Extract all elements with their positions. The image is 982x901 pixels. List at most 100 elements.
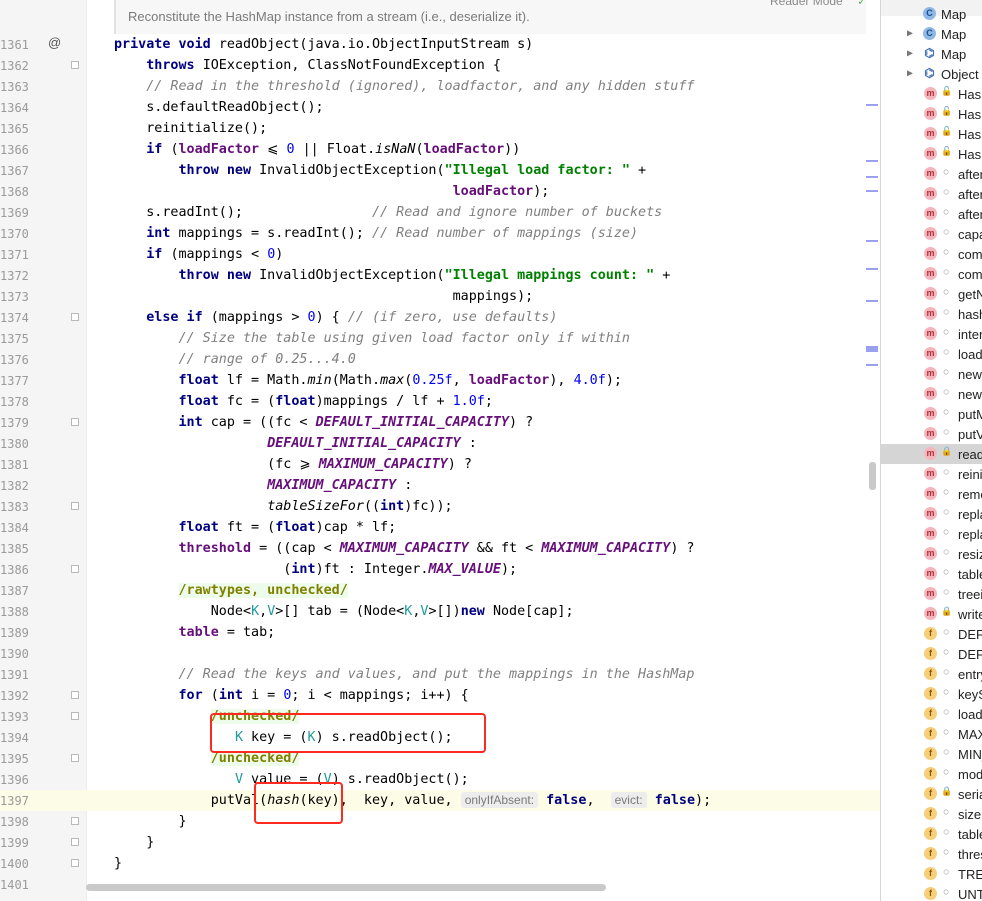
code-line[interactable]: 1367 throw new InvalidObjectException("I… <box>0 160 880 181</box>
code-line[interactable]: 1390 <box>0 643 880 664</box>
structure-item[interactable]: f ○ UNTREEIFY_THRESHOLD <box>881 884 982 901</box>
fold-toggle-icon[interactable] <box>71 838 79 846</box>
fold-toggle-icon[interactable] <box>71 502 79 510</box>
code-line[interactable]: 1376 // range of 0.25...4.0 <box>0 349 880 370</box>
expand-arrow-icon[interactable]: ▶ <box>907 68 913 79</box>
code-line[interactable]: 1372 throw new InvalidObjectException("I… <box>0 265 880 286</box>
structure-item[interactable]: m ○ hash <box>881 304 982 324</box>
structure-item[interactable]: f ○ DEFAULT_INITIAL_CAPACITY <box>881 624 982 644</box>
structure-item[interactable]: f ○ DEFAULT_LOAD_FACTOR <box>881 644 982 664</box>
structure-item[interactable]: m ○ resize <box>881 544 982 564</box>
structure-item[interactable]: m ○ loadFactor <box>881 344 982 364</box>
structure-item[interactable]: m ○ tableSizeFor <box>881 564 982 584</box>
structure-item[interactable]: f ○ size <box>881 804 982 824</box>
structure-item[interactable]: m 🔓 HashMap <box>881 104 982 124</box>
structure-item[interactable]: m ○ capacity <box>881 224 982 244</box>
code-line[interactable]: 1398 } <box>0 811 880 832</box>
structure-item[interactable]: f ○ TREEIFY_THRESHOLD <box>881 864 982 884</box>
structure-item[interactable]: f ○ MIN_TREEIFY_CAPACITY <box>881 744 982 764</box>
structure-item[interactable]: m 🔓 HashMap <box>881 144 982 164</box>
structure-item[interactable]: m ○ newTreeNode <box>881 384 982 404</box>
structure-item[interactable]: m ○ treeifyBin <box>881 584 982 604</box>
horizontal-scrollbar-thumb[interactable] <box>86 884 606 891</box>
code-line[interactable]: 1397 putVal(hash(key), key, value, onlyI… <box>0 790 880 811</box>
structure-item[interactable]: f 🔒 serialVersionUID <box>881 784 982 804</box>
override-marker-icon[interactable]: @ <box>48 35 61 50</box>
code-line[interactable]: 1370 int mappings = s.readInt(); // Read… <box>0 223 880 244</box>
code-line[interactable]: 1386 (int)ft : Integer.MAX_VALUE); <box>0 559 880 580</box>
reader-mode-toggle[interactable]: Reader Mode <box>770 0 843 8</box>
code-line[interactable]: 1362 throws IOException, ClassNotFoundEx… <box>0 55 880 76</box>
structure-item[interactable]: m ○ newNode <box>881 364 982 384</box>
code-line[interactable]: 1380 DEFAULT_INITIAL_CAPACITY : <box>0 433 880 454</box>
code-line[interactable]: 1361 @ private void readObject(java.io.Obj… <box>0 34 880 55</box>
structure-item[interactable]: f ○ threshold <box>881 844 982 864</box>
fold-toggle-icon[interactable] <box>71 859 79 867</box>
structure-item[interactable]: m ○ afterNodeAccess <box>881 164 982 184</box>
code-line[interactable]: 1363 // Read in the threshold (ignored),… <box>0 76 880 97</box>
code-line[interactable]: 1368 loadFactor); <box>0 181 880 202</box>
code-line[interactable]: 1382 MAXIMUM_CAPACITY : <box>0 475 880 496</box>
structure-item[interactable]: m ○ afterNodeInsertion <box>881 184 982 204</box>
structure-item[interactable]: ▶ C Map <box>881 24 982 44</box>
code-editor[interactable]: Reconstitute the HashMap instance from a… <box>0 0 880 901</box>
expand-arrow-icon[interactable]: ▶ <box>907 48 913 59</box>
code-line[interactable]: 1391 // Read the keys and values, and pu… <box>0 664 880 685</box>
code-line[interactable]: 1369 s.readInt(); // Read and ignore num… <box>0 202 880 223</box>
code-line[interactable]: 1378 float fc = (float)mappings / lf + 1… <box>0 391 880 412</box>
vertical-scrollbar-thumb[interactable] <box>869 462 876 490</box>
expand-arrow-icon[interactable]: ▶ <box>907 28 913 39</box>
code-line[interactable]: 1365 reinitialize(); <box>0 118 880 139</box>
structure-item[interactable]: f ○ entrySet <box>881 664 982 684</box>
code-line[interactable]: 1364 s.defaultReadObject(); <box>0 97 880 118</box>
structure-item[interactable]: C Map <box>881 4 982 24</box>
fold-toggle-icon[interactable] <box>71 817 79 825</box>
code-line[interactable]: 1396 V value = (V) s.readObject(); <box>0 769 880 790</box>
fold-toggle-icon[interactable] <box>71 565 79 573</box>
structure-item[interactable]: m ○ replacementTreeNode <box>881 524 982 544</box>
code-line[interactable]: 1371 if (mappings < 0) <box>0 244 880 265</box>
code-line[interactable]: 1388 Node<K,V>[] tab = (Node<K,V>[])new … <box>0 601 880 622</box>
structure-item[interactable]: f ○ table <box>881 824 982 844</box>
fold-toggle-icon[interactable] <box>71 691 79 699</box>
structure-item[interactable]: m ○ putMapEntries <box>881 404 982 424</box>
code-line[interactable]: 1400} <box>0 853 880 874</box>
code-line[interactable]: 1383 tableSizeFor((int)fc)); <box>0 496 880 517</box>
structure-item[interactable]: m 🔓 HashMap <box>881 84 982 104</box>
code-line[interactable]: 1385 threshold = ((cap < MAXIMUM_CAPACIT… <box>0 538 880 559</box>
code-line[interactable]: 1379 int cap = ((fc < DEFAULT_INITIAL_CA… <box>0 412 880 433</box>
code-line[interactable]: 1381 (fc ⩾ MAXIMUM_CAPACITY) ? <box>0 454 880 475</box>
code-line[interactable]: 1375 // Size the table using given load … <box>0 328 880 349</box>
structure-item[interactable]: m ○ replacementNode <box>881 504 982 524</box>
code-line[interactable]: 1389 table = tab; <box>0 622 880 643</box>
fold-toggle-icon[interactable] <box>71 754 79 762</box>
structure-item[interactable]: m 🔒 writeObject <box>881 604 982 624</box>
structure-item[interactable]: m ○ internalWriteEntries <box>881 324 982 344</box>
structure-item[interactable]: m ○ compareComparables <box>881 264 982 284</box>
structure-item[interactable]: ▶ ⌬ Map <box>881 44 982 64</box>
structure-item[interactable]: m ○ comparableClassFor <box>881 244 982 264</box>
code-line[interactable]: 1399 } <box>0 832 880 853</box>
code-line[interactable]: 1366 if (loadFactor ⩽ 0 || Float.isNaN(l… <box>0 139 880 160</box>
code-line[interactable]: 1377 float lf = Math.min(Math.max(0.25f,… <box>0 370 880 391</box>
structure-item[interactable]: f ○ modCount <box>881 764 982 784</box>
fold-toggle-icon[interactable] <box>71 313 79 321</box>
code-line[interactable]: 1373 mappings); <box>0 286 880 307</box>
structure-item[interactable]: m 🔓 HashMap <box>881 124 982 144</box>
structure-item[interactable]: f ○ loadFactor <box>881 704 982 724</box>
structure-item[interactable]: m ○ afterNodeRemoval <box>881 204 982 224</box>
structure-item[interactable]: m ○ getNode <box>881 284 982 304</box>
structure-item[interactable]: f ○ MAXIMUM_CAPACITY <box>881 724 982 744</box>
structure-item[interactable]: f ○ keySet <box>881 684 982 704</box>
code-line[interactable]: 1384 float ft = (float)cap * lf; <box>0 517 880 538</box>
fold-toggle-icon[interactable] <box>71 712 79 720</box>
code-line[interactable]: 1392 for (int i = 0; i < mappings; i++) … <box>0 685 880 706</box>
fold-toggle-icon[interactable] <box>71 418 79 426</box>
fold-toggle-icon[interactable] <box>71 61 79 69</box>
structure-item[interactable]: m ○ putVal <box>881 424 982 444</box>
structure-item[interactable]: m ○ removeNode <box>881 484 982 504</box>
structure-item[interactable]: ▶ ⌬ Object <box>881 64 982 84</box>
code-line[interactable]: 1387 /rawtypes, unchecked/ <box>0 580 880 601</box>
code-line[interactable]: 1374 else if (mappings > 0) { // (if zer… <box>0 307 880 328</box>
structure-item[interactable]: m 🔒 readObject <box>881 444 982 464</box>
